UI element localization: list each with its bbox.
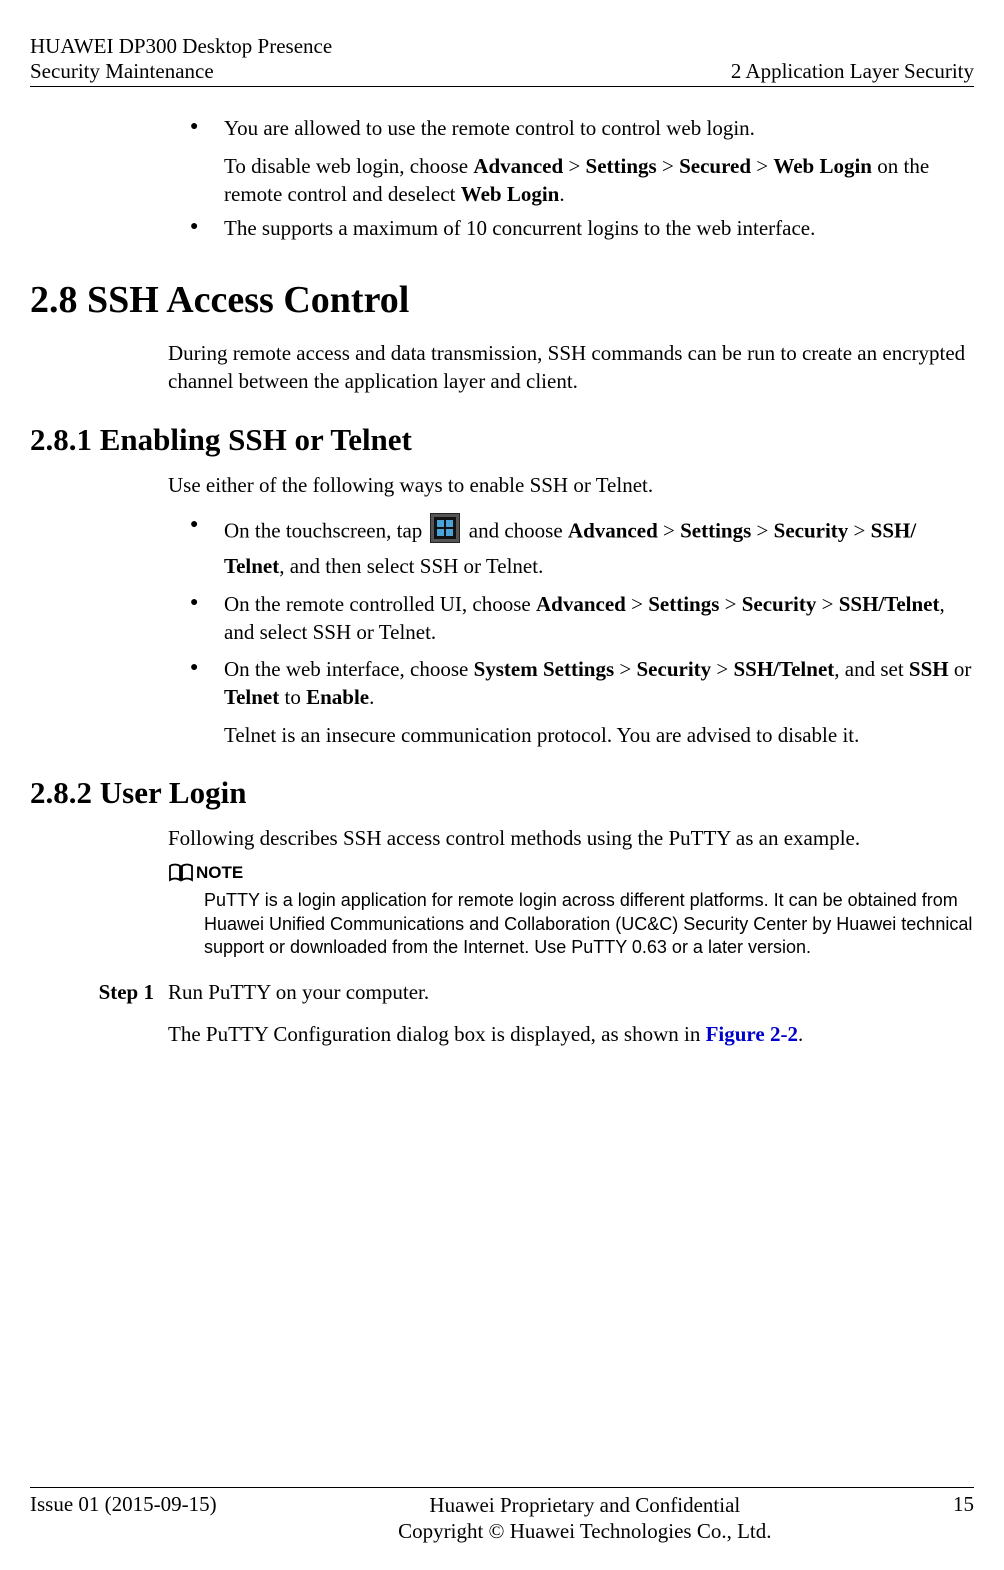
note-header: NOTE [168, 863, 974, 883]
para-281-intro: Use either of the following ways to enab… [168, 472, 974, 500]
book-icon [168, 863, 194, 883]
page-header: HUAWEI DP300 Desktop Presence Security M… [30, 34, 974, 87]
list-item: On the touchscreen, tap and choose Advan… [168, 513, 974, 580]
content-area: You are allowed to use the remote contro… [30, 87, 974, 1062]
figure-reference-link[interactable]: Figure 2-2 [706, 1022, 798, 1046]
header-product: HUAWEI DP300 Desktop Presence [30, 34, 332, 59]
page-footer: Issue 01 (2015-09-15) Huawei Proprietary… [30, 1487, 974, 1545]
apps-grid-icon [430, 513, 460, 551]
footer-page-number: 15 [953, 1492, 974, 1517]
para-2-8: During remote access and data transmissi… [168, 340, 974, 395]
heading-2-8-1: 2.8.1 Enabling SSH or Telnet [30, 422, 974, 458]
footer-center: Huawei Proprietary and Confidential Copy… [217, 1492, 953, 1545]
step-1: Step 1 Run PuTTY on your computer. The P… [30, 979, 974, 1062]
header-subtitle: Security Maintenance [30, 59, 332, 84]
step-line: Run PuTTY on your computer. [168, 979, 974, 1007]
bullet-subpara: To disable web login, choose Advanced > … [224, 153, 974, 208]
step-body: Run PuTTY on your computer. The PuTTY Co… [168, 979, 974, 1062]
footer-copyright: Copyright © Huawei Technologies Co., Ltd… [217, 1518, 953, 1544]
para-282: Following describes SSH access control m… [168, 825, 974, 853]
note-text: PuTTY is a login application for remote … [204, 889, 974, 959]
bullet-list: On the touchscreen, tap and choose Advan… [168, 513, 974, 749]
list-item: The supports a maximum of 10 concurrent … [168, 215, 974, 243]
bullet-text: The supports a maximum of 10 concurrent … [224, 216, 815, 240]
header-left: HUAWEI DP300 Desktop Presence Security M… [30, 34, 332, 84]
step-label: Step 1 [30, 979, 168, 1062]
bullets-281: On the touchscreen, tap and choose Advan… [168, 513, 974, 749]
list-item: On the remote controlled UI, choose Adva… [168, 591, 974, 646]
heading-2-8: 2.8 SSH Access Control [30, 278, 974, 322]
list-item: On the web interface, choose System Sett… [168, 656, 974, 749]
bullet-list: You are allowed to use the remote contro… [168, 115, 974, 242]
heading-2-8-2: 2.8.2 User Login [30, 775, 974, 811]
note-box: NOTE PuTTY is a login application for re… [168, 863, 974, 959]
page: HUAWEI DP300 Desktop Presence Security M… [0, 0, 1004, 1570]
note-label: NOTE [196, 863, 243, 883]
list-item: You are allowed to use the remote contro… [168, 115, 974, 208]
bullet-text: You are allowed to use the remote contro… [224, 116, 755, 140]
step-line: The PuTTY Configuration dialog box is di… [168, 1021, 974, 1049]
header-right: 2 Application Layer Security [731, 59, 974, 84]
top-bullet-block: You are allowed to use the remote contro… [168, 115, 974, 242]
footer-issue: Issue 01 (2015-09-15) [30, 1492, 217, 1517]
footer-proprietary: Huawei Proprietary and Confidential [217, 1492, 953, 1518]
bullet-subpara: Telnet is an insecure communication prot… [224, 722, 974, 750]
